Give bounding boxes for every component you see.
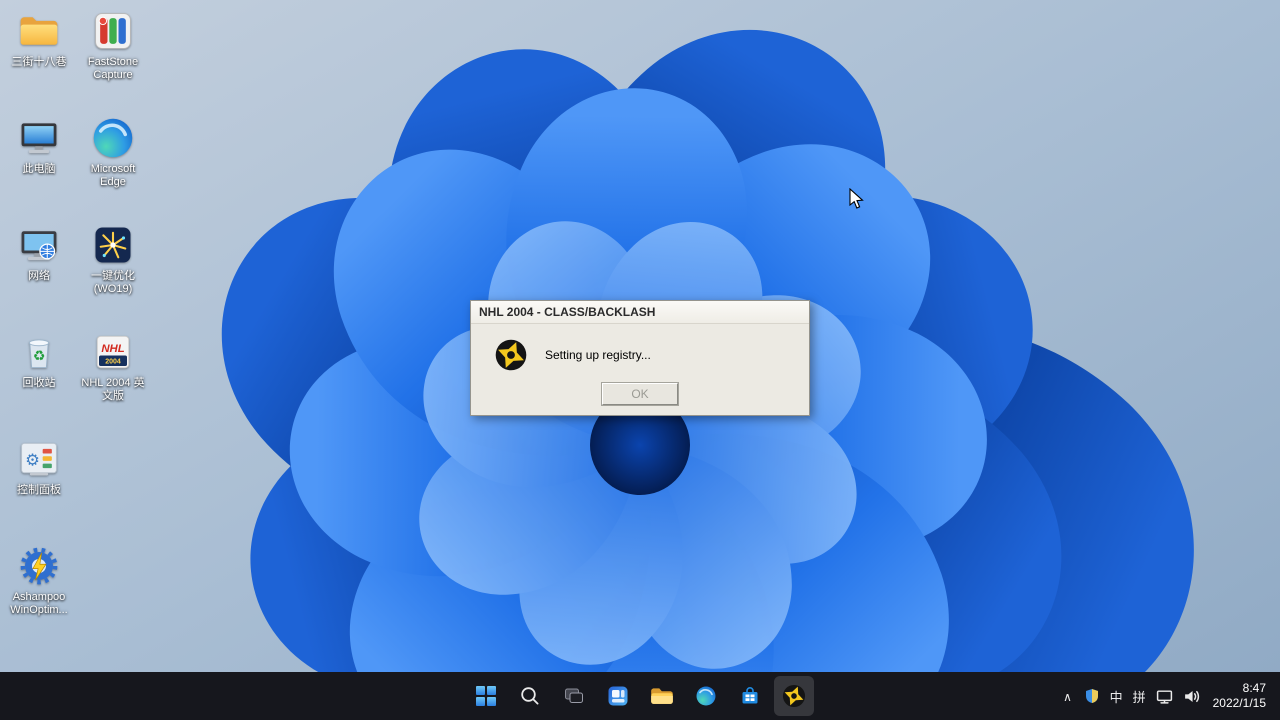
desktop-icon-this-pc[interactable]: 此电脑 xyxy=(2,113,76,220)
recycle-bin-icon: ♻ xyxy=(16,329,62,375)
gear-lightning-icon xyxy=(16,543,62,589)
icon-label: Microsoft Edge xyxy=(90,163,136,188)
store-button[interactable] xyxy=(730,676,770,716)
icon-label: 控制面板 xyxy=(17,484,61,496)
optimizer-starburst-icon xyxy=(90,222,136,268)
edge-icon xyxy=(696,686,716,706)
desktop-icon-nhl-game[interactable]: NHL 2004 NHL 2004 英文版 xyxy=(76,327,150,434)
desktop-icon-recycle-bin[interactable]: ♻ 回收站 xyxy=(2,327,76,434)
tray-ime-language[interactable]: 中 xyxy=(1105,676,1128,716)
network-monitor-icon xyxy=(16,222,62,268)
system-tray: ∧ 中 拼 8:47 2022/1/15 xyxy=(1057,672,1274,720)
svg-text:♻: ♻ xyxy=(33,348,45,363)
tray-ime-mode[interactable]: 拼 xyxy=(1128,676,1151,716)
volume-icon[interactable] xyxy=(1178,676,1205,716)
network-icon[interactable] xyxy=(1151,676,1178,716)
search-icon xyxy=(521,687,539,705)
desktop-icon-faststone[interactable]: FastStone Capture xyxy=(76,6,150,113)
task-view-icon xyxy=(565,688,583,703)
tray-chevron-icon[interactable]: ∧ xyxy=(1057,677,1079,717)
svg-text:2004: 2004 xyxy=(105,358,121,365)
file-explorer-button[interactable] xyxy=(642,676,682,716)
tray-clock[interactable]: 8:47 2022/1/15 xyxy=(1205,681,1274,711)
clock-date: 2022/1/15 xyxy=(1212,696,1266,710)
desktop-icon-optimize[interactable]: 一键优化 (WO19) xyxy=(76,220,150,327)
control-panel-icon: ⚙ xyxy=(16,436,62,482)
edge-icon xyxy=(90,115,136,161)
dialog-message: Setting up registry... xyxy=(545,348,651,362)
desktop-icon-folder-sanjie[interactable]: 三街十八巷 xyxy=(2,6,76,113)
folder-icon xyxy=(16,8,62,54)
edge-button[interactable] xyxy=(686,676,726,716)
desktop-icons: 三街十八巷 FastStone Capture 此电脑 Microsoft Ed… xyxy=(2,6,150,648)
desktop-icon-ashampoo[interactable]: Ashampoo WinOptim... xyxy=(2,541,76,648)
icon-label: NHL 2004 英文版 xyxy=(81,377,145,402)
desktop-icon-edge[interactable]: Microsoft Edge xyxy=(76,113,150,220)
svg-text:⚙: ⚙ xyxy=(25,451,40,469)
icon-label: 一键优化 (WO19) xyxy=(91,270,135,295)
taskbar: ∧ 中 拼 8:47 2022/1/15 xyxy=(0,672,1280,720)
dialog-body: Setting up registry... OK xyxy=(471,324,809,415)
folder-icon xyxy=(651,688,673,704)
nhl-installer-button[interactable] xyxy=(774,676,814,716)
desktop-icon-network[interactable]: 网络 xyxy=(2,220,76,327)
faststone-icon xyxy=(90,8,136,54)
clock-time: 8:47 xyxy=(1242,681,1266,695)
search-button[interactable] xyxy=(510,676,550,716)
dialog-titlebar[interactable]: NHL 2004 - CLASS/BACKLASH xyxy=(471,301,809,324)
nhl-blade-icon xyxy=(493,337,529,373)
start-button[interactable] xyxy=(466,676,506,716)
tray-shield-icon[interactable] xyxy=(1079,676,1105,716)
widgets-button[interactable] xyxy=(598,676,638,716)
icon-label: 三街十八巷 xyxy=(11,56,67,68)
windows-start-icon xyxy=(476,686,496,706)
nhl-blade-icon xyxy=(781,683,807,709)
dialog-title-text: NHL 2004 - CLASS/BACKLASH xyxy=(479,305,656,319)
icon-label: FastStone Capture xyxy=(87,56,139,81)
desktop-icon-control-panel[interactable]: ⚙ 控制面板 xyxy=(2,434,76,541)
svg-text:NHL: NHL xyxy=(101,343,124,355)
icon-label: 此电脑 xyxy=(22,163,56,175)
widgets-icon xyxy=(608,686,628,706)
ok-button[interactable]: OK xyxy=(601,382,679,406)
nhl-game-icon: NHL 2004 xyxy=(90,329,136,375)
taskbar-center xyxy=(466,676,814,716)
icon-label: 网络 xyxy=(28,270,50,282)
installer-dialog: NHL 2004 - CLASS/BACKLASH Setting up reg… xyxy=(470,300,810,416)
icon-label: Ashampoo WinOptim... xyxy=(10,591,68,616)
store-bag-icon xyxy=(742,687,758,704)
computer-icon xyxy=(16,115,62,161)
task-view-button[interactable] xyxy=(554,676,594,716)
icon-label: 回收站 xyxy=(22,377,56,389)
